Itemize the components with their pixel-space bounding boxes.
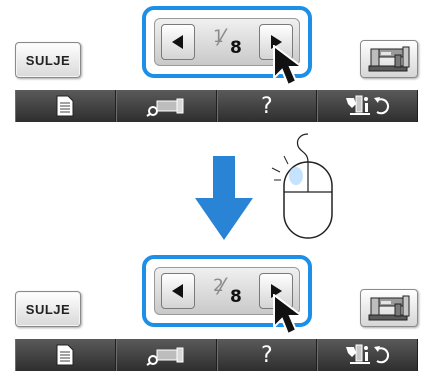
- screen-after: SULJE 2 ⁄ 8 ?: [0, 249, 433, 381]
- bottom-toolbar: ?: [15, 339, 418, 371]
- machine-button[interactable]: [360, 40, 418, 78]
- magnifier-frame-icon: [146, 98, 184, 117]
- mouse-click-icon: [271, 133, 333, 239]
- document-icon: [56, 344, 74, 366]
- magnifier-frame-icon: [146, 347, 184, 366]
- settings-info-rotate-icon: [345, 95, 389, 115]
- page-total: 8: [230, 38, 242, 58]
- prev-page-button[interactable]: [161, 273, 195, 309]
- page-indicator: 1 ⁄ 8: [203, 25, 253, 61]
- left-triangle-icon: [172, 284, 183, 298]
- embroidery-frame-button[interactable]: [115, 339, 217, 371]
- close-button[interactable]: SULJE: [15, 42, 81, 78]
- prev-page-button[interactable]: [161, 24, 195, 60]
- down-arrow-icon: [195, 156, 253, 240]
- close-button[interactable]: SULJE: [15, 291, 81, 327]
- help-button[interactable]: ?: [216, 339, 318, 371]
- close-button-label: SULJE: [25, 301, 71, 317]
- close-button-label: SULJE: [25, 52, 71, 68]
- help-icon: ?: [261, 93, 273, 119]
- help-icon: ?: [261, 342, 273, 368]
- sewing-machine-icon: [368, 46, 410, 72]
- settings-button[interactable]: [317, 339, 418, 371]
- document-button[interactable]: [15, 339, 116, 371]
- page-indicator: 2 ⁄ 8: [203, 274, 253, 310]
- help-button[interactable]: ?: [216, 90, 318, 122]
- page-total: 8: [230, 287, 242, 307]
- left-triangle-icon: [172, 35, 183, 49]
- mouse-pointer-icon: [273, 294, 305, 336]
- bottom-toolbar: ?: [15, 90, 418, 122]
- settings-info-rotate-icon: [345, 344, 389, 364]
- document-icon: [56, 95, 74, 117]
- screen-before: SULJE 1 ⁄ 8 ?: [0, 0, 433, 132]
- mouse-pointer-icon: [273, 45, 305, 87]
- transition: [0, 132, 433, 249]
- settings-button[interactable]: [317, 90, 418, 122]
- document-button[interactable]: [15, 90, 116, 122]
- page-slash: ⁄: [220, 275, 224, 300]
- machine-button[interactable]: [360, 289, 418, 327]
- sewing-machine-icon: [368, 295, 410, 321]
- page-slash: ⁄: [220, 26, 224, 51]
- embroidery-frame-button[interactable]: [115, 90, 217, 122]
